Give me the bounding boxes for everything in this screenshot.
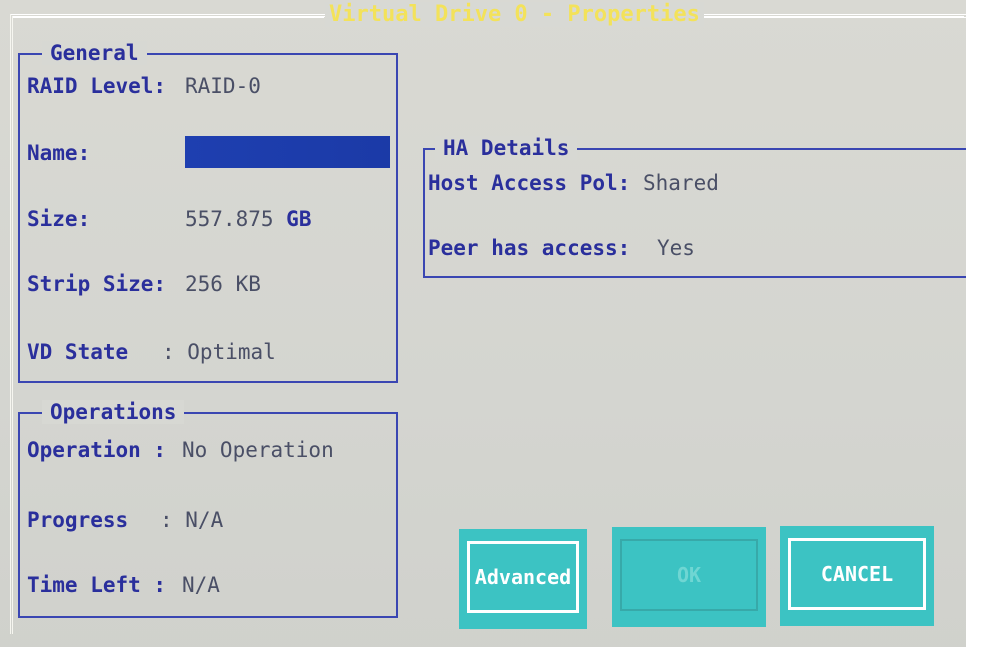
strip-size-value: 256 KB [185, 272, 261, 296]
ha-details-group-title: HA Details [435, 136, 578, 160]
cancel-button-label: CANCEL [788, 538, 926, 610]
host-access-label: Host Access Pol: [428, 171, 631, 195]
advanced-button-label: Advanced [467, 541, 579, 613]
operations-group-title: Operations [42, 400, 185, 424]
photo-margin-bottom [0, 647, 986, 667]
name-input[interactable] [185, 136, 390, 168]
progress-label: Progress [27, 508, 129, 532]
raid-level-value: RAID-0 [185, 74, 261, 98]
operation-value: No Operation [182, 438, 334, 462]
peer-access-label: Peer has access: [428, 236, 631, 260]
size-number: 557.875 [185, 207, 274, 231]
peer-access-value: Yes [657, 236, 695, 260]
dialog-title: Virtual Drive 0 - Properties [325, 2, 704, 27]
time-left-value: N/A [182, 573, 220, 597]
bios-screen: Virtual Drive 0 - Properties General RAI… [0, 0, 986, 667]
progress-value: : N/A [160, 508, 224, 532]
ok-button[interactable]: OK [612, 527, 766, 627]
name-label: Name: [27, 141, 91, 165]
ok-button-label: OK [620, 539, 758, 611]
photo-margin-right [966, 0, 986, 667]
size-label: Size: [27, 207, 91, 231]
size-value: 557.875 GB [185, 207, 311, 231]
general-group-title: General [42, 41, 147, 65]
strip-size-label: Strip Size: [27, 272, 167, 296]
cancel-button[interactable]: CANCEL [780, 526, 934, 626]
size-unit: GB [286, 207, 312, 231]
host-access-value: Shared [643, 171, 719, 195]
advanced-button[interactable]: Advanced [459, 529, 587, 629]
raid-level-label: RAID Level: [27, 74, 167, 98]
time-left-label: Time Left : [27, 573, 167, 597]
vd-state-label: VD State [27, 340, 129, 364]
operation-label: Operation : [27, 438, 167, 462]
vd-state-value: : Optimal [162, 340, 276, 364]
